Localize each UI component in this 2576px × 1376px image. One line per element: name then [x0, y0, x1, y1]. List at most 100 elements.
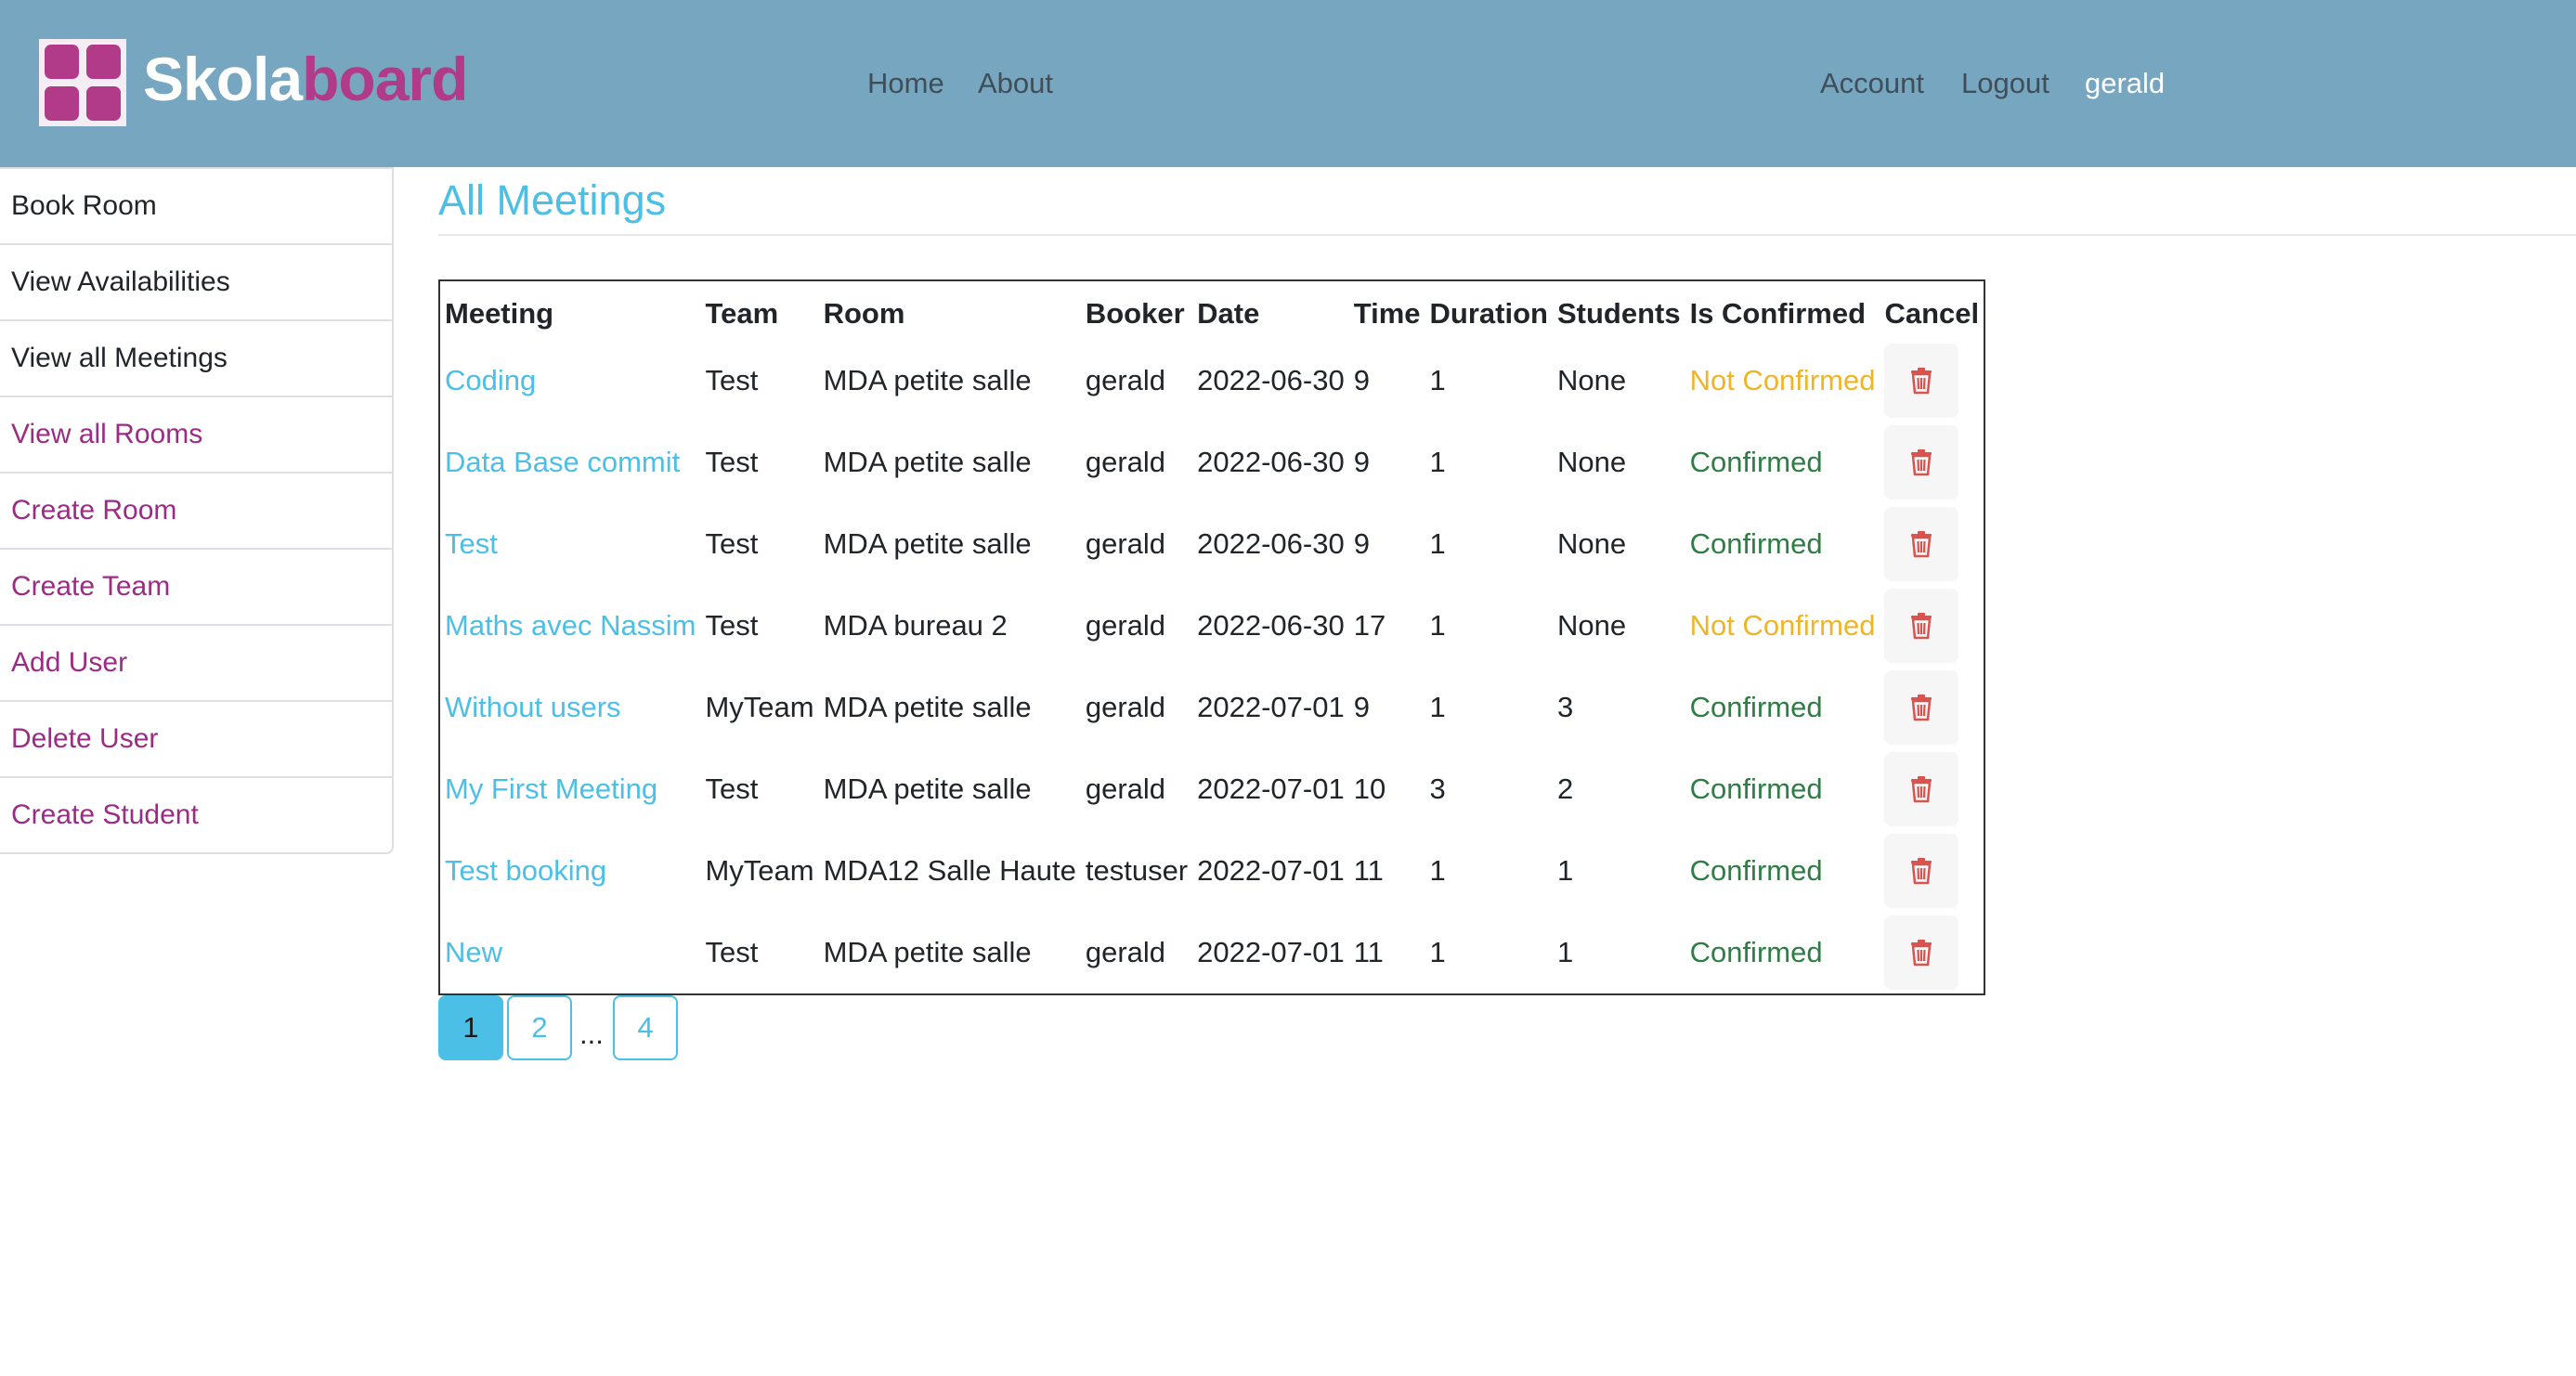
students-cell: 1: [1556, 854, 1574, 887]
table-row: Coding Test MDA petite salle gerald 2022-06-…: [439, 340, 1984, 422]
confirmation-status: Not Confirmed: [1689, 609, 1876, 642]
cancel-cell: [1880, 585, 1984, 667]
nav-home-link[interactable]: Home: [867, 65, 944, 102]
page-button-1[interactable]: 1: [438, 995, 503, 1060]
trash-icon: [1908, 775, 1934, 803]
confirmation-status: Confirmed: [1689, 772, 1823, 805]
meeting-link[interactable]: Maths avec Nassim: [439, 585, 700, 667]
booker-cell: gerald: [1085, 772, 1166, 805]
meeting-link[interactable]: Test booking: [439, 830, 700, 912]
header-duration: Duration: [1429, 296, 1548, 330]
room-cell: MDA petite salle: [823, 527, 1032, 560]
meeting-link[interactable]: Test: [439, 503, 700, 585]
cancel-meeting-button[interactable]: [1884, 507, 1959, 581]
cancel-cell: [1880, 422, 1984, 503]
nav-username: gerald: [2085, 67, 2166, 99]
time-cell: 17: [1353, 609, 1386, 642]
confirmation-status: Confirmed: [1689, 446, 1823, 478]
trash-icon: [1908, 448, 1934, 476]
header-meeting: Meeting: [445, 296, 554, 330]
room-cell: MDA petite salle: [823, 364, 1032, 396]
meeting-link[interactable]: My First Meeting: [439, 748, 700, 830]
duration-cell: 1: [1429, 527, 1446, 560]
duration-cell: 1: [1429, 609, 1446, 642]
nav-logout-link[interactable]: Logout: [1961, 65, 2049, 102]
brand-name-part2: board: [302, 45, 468, 113]
students-cell: None: [1556, 609, 1627, 642]
meeting-link[interactable]: Data Base commit: [439, 422, 700, 503]
header-students: Students: [1556, 296, 1681, 330]
sidebar-item-add-user[interactable]: Add User: [0, 626, 392, 702]
nav-about-link[interactable]: About: [978, 65, 1053, 102]
booker-cell: gerald: [1085, 446, 1166, 478]
duration-cell: 1: [1429, 936, 1446, 968]
booker-cell: gerald: [1085, 691, 1166, 723]
team-cell: Test: [705, 527, 759, 560]
meeting-link[interactable]: Without users: [439, 667, 700, 748]
time-cell: 11: [1353, 936, 1384, 968]
sidebar-item-view-all-rooms[interactable]: View all Rooms: [0, 397, 392, 474]
cancel-meeting-button[interactable]: [1884, 834, 1959, 908]
meeting-link[interactable]: Coding: [439, 340, 700, 422]
sidebar-item-create-student[interactable]: Create Student: [0, 778, 392, 852]
room-cell: MDA bureau 2: [823, 609, 1008, 642]
meeting-link[interactable]: New: [439, 912, 700, 994]
cancel-meeting-button[interactable]: [1884, 670, 1959, 745]
trash-icon: [1908, 612, 1934, 640]
table-row: My First Meeting Test MDA petite salle gera…: [439, 748, 1984, 830]
room-cell: MDA12 Salle Haute: [823, 854, 1076, 887]
sidebar-item-book-room[interactable]: Book Room: [0, 169, 392, 245]
duration-cell: 1: [1429, 854, 1446, 887]
page-button-4[interactable]: 4: [613, 995, 678, 1060]
cancel-meeting-button[interactable]: [1884, 915, 1959, 990]
students-cell: 2: [1556, 772, 1574, 805]
nav-account-link[interactable]: Account: [1820, 65, 1924, 102]
team-cell: Test: [705, 772, 759, 805]
sidebar-menu: Book Room View Availabilities View all M…: [0, 167, 394, 854]
students-cell: 3: [1556, 691, 1574, 723]
sidebar-item-view-availabilities[interactable]: View Availabilities: [0, 245, 392, 321]
time-cell: 9: [1353, 364, 1370, 396]
duration-cell: 1: [1429, 691, 1446, 723]
confirmation-status: Confirmed: [1689, 691, 1823, 723]
header-team: Team: [705, 296, 779, 330]
time-cell: 9: [1353, 446, 1370, 478]
students-cell: None: [1556, 527, 1627, 560]
skolaboard-logo-icon[interactable]: [39, 39, 126, 126]
trash-icon: [1908, 857, 1934, 885]
duration-cell: 3: [1429, 772, 1446, 805]
booker-cell: testuser: [1085, 854, 1189, 887]
brand-name[interactable]: Skolaboard: [143, 41, 468, 117]
cancel-meeting-button[interactable]: [1884, 752, 1959, 826]
cancel-cell: [1880, 830, 1984, 912]
time-cell: 11: [1353, 854, 1384, 887]
table-row: Test booking MyTeam MDA12 Salle Haute testu…: [439, 830, 1984, 912]
sidebar-item-delete-user[interactable]: Delete User: [0, 702, 392, 778]
header-booker: Booker: [1085, 296, 1185, 330]
cancel-meeting-button[interactable]: [1884, 589, 1959, 663]
trash-icon: [1908, 939, 1934, 967]
confirmation-status: Confirmed: [1689, 936, 1823, 968]
confirmation-status: Confirmed: [1689, 527, 1823, 560]
booker-cell: gerald: [1085, 936, 1166, 968]
date-cell: 2022-07-01: [1197, 772, 1345, 805]
students-cell: None: [1556, 446, 1627, 478]
date-cell: 2022-06-30: [1197, 364, 1345, 396]
trash-icon: [1908, 367, 1934, 395]
date-cell: 2022-07-01: [1197, 691, 1345, 723]
room-cell: MDA petite salle: [823, 772, 1032, 805]
team-cell: Test: [705, 936, 759, 968]
page-button-2[interactable]: 2: [507, 995, 572, 1060]
students-cell: 1: [1556, 936, 1574, 968]
team-cell: MyTeam: [705, 854, 814, 887]
booker-cell: gerald: [1085, 527, 1166, 560]
sidebar-item-create-team[interactable]: Create Team: [0, 550, 392, 626]
top-navbar: Skolaboard Home About Account Logout ger…: [0, 0, 2576, 167]
meetings-table: Meeting Team Room Booker Date Time Durat…: [438, 279, 1986, 995]
sidebar-item-create-room[interactable]: Create Room: [0, 474, 392, 550]
students-cell: None: [1556, 364, 1627, 396]
sidebar-item-view-all-meetings[interactable]: View all Meetings: [0, 321, 392, 397]
cancel-meeting-button[interactable]: [1884, 425, 1959, 500]
cancel-meeting-button[interactable]: [1884, 344, 1959, 418]
team-cell: Test: [705, 609, 759, 642]
